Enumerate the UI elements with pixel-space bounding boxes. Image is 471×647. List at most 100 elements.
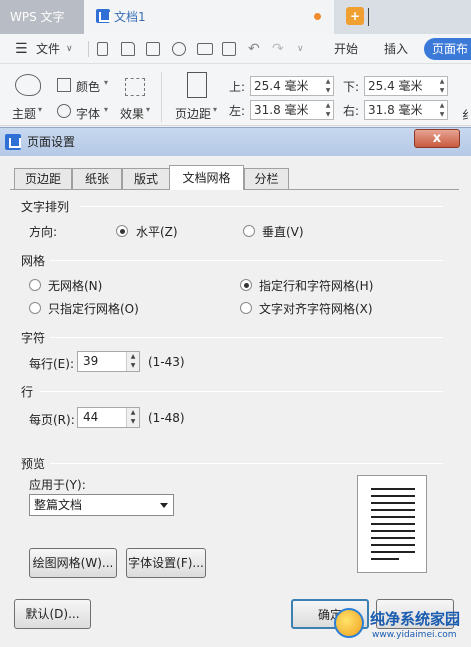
section-divider (50, 260, 443, 261)
right-margin-value: 31.8 毫米 (368, 103, 423, 117)
no-grid-label[interactable]: 无网格(N) (48, 277, 102, 294)
line-and-char-grid-label[interactable]: 指定行和字符网格(H) (259, 277, 373, 294)
lines-stepper-arrows-icon[interactable]: ▲ ▼ (126, 408, 139, 427)
close-button[interactable]: x (414, 129, 460, 148)
print-preview-icon[interactable] (222, 42, 236, 56)
grid-section-title: 网格 (21, 254, 46, 268)
margins-button[interactable]: 页边距 (175, 105, 211, 122)
snap-to-char-grid-label[interactable]: 文字对齐字符网格(X) (259, 300, 373, 317)
tab-paper[interactable]: 纸张 (72, 168, 122, 189)
section-divider (50, 463, 443, 464)
theme-palette-icon[interactable] (15, 74, 41, 96)
tab-margins[interactable]: 页边距 (14, 168, 72, 189)
section-divider (40, 391, 443, 392)
snap-to-char-grid-radio[interactable] (240, 302, 252, 314)
left-margin-label: 左: (229, 104, 246, 118)
color-chevron-down-icon[interactable]: ▾ (104, 78, 108, 87)
unsaved-indicator-icon (314, 13, 321, 20)
lines-per-page-stepper[interactable]: 44 ▲ ▼ (77, 407, 140, 428)
wps-app-tab[interactable]: WPS 文字 (0, 0, 84, 34)
undo-icon[interactable]: ↶ (248, 34, 260, 64)
draw-grid-button[interactable]: 绘图网格(W)... (29, 548, 117, 578)
horizontal-label[interactable]: 水平(Z) (136, 223, 178, 240)
apply-to-label: 应用于(Y): (29, 478, 86, 492)
direction-label: 方向: (29, 225, 58, 239)
hamburger-menu-icon[interactable]: ☰ (15, 34, 28, 64)
chars-per-line-stepper[interactable]: 39 ▲ ▼ (77, 351, 140, 372)
vertical-radio[interactable] (243, 225, 255, 237)
margins-chevron-down-icon[interactable]: ▾ (213, 105, 217, 114)
left-margin-value: 31.8 毫米 (254, 103, 309, 117)
document-tab[interactable]: 文档1 (84, 0, 334, 34)
tab-document-grid[interactable]: 文档网格 (169, 165, 244, 190)
redo-icon[interactable]: ↷ (272, 34, 284, 64)
margins-icon[interactable] (187, 72, 207, 98)
font-button[interactable]: 字体 (76, 105, 100, 122)
effects-icon[interactable] (125, 78, 145, 96)
app-titlebar: WPS 文字 文档1 + (0, 0, 471, 34)
font-theme-icon[interactable] (57, 104, 71, 118)
tab-insert[interactable]: 插入 (384, 34, 408, 64)
lines-per-page-value: 44 (83, 410, 99, 424)
tab-columns[interactable]: 分栏 (244, 168, 289, 189)
ribbon: 主题 ▾ 颜色 ▾ 字体 ▾ 效果 ▾ 页边距 ▾ 上: 25.4 毫米 ▲ ▼ 左… (0, 64, 471, 126)
lines-per-page-label: 每页(R): (29, 413, 75, 427)
line-and-char-grid-radio[interactable] (240, 279, 252, 291)
vertical-label[interactable]: 垂直(V) (262, 223, 304, 240)
right-margin-input[interactable]: 31.8 毫米 ▲ ▼ (364, 100, 448, 120)
color-grid-icon[interactable] (57, 78, 71, 92)
tab-home[interactable]: 开始 (334, 34, 358, 64)
chars-stepper-arrows-icon[interactable]: ▲ ▼ (126, 352, 139, 371)
bottom-margin-value: 25.4 毫米 (368, 79, 423, 93)
format-painter-icon[interactable] (172, 42, 186, 56)
watermark-logo-icon (334, 608, 364, 638)
font-settings-button[interactable]: 字体设置(F)... (126, 548, 206, 578)
text-direction-section-title: 文字排列 (21, 200, 70, 214)
chevron-down-icon[interactable] (160, 503, 168, 508)
watermark-title: 纯净系统家园 (370, 610, 461, 628)
new-document-icon[interactable] (97, 42, 108, 56)
bottom-margin-label: 下: (343, 80, 360, 94)
apply-to-select[interactable]: 整篇文档 (29, 494, 174, 516)
top-margin-input[interactable]: 25.4 毫米 ▲ ▼ (250, 76, 334, 96)
file-menu-chevron-down-icon[interactable]: ∨ (66, 34, 73, 64)
open-folder-icon[interactable] (121, 42, 135, 56)
chars-range: (1-43) (148, 355, 185, 369)
quick-access-chevron-down-icon[interactable]: ∨ (297, 34, 304, 64)
document-tab-label: 文档1 (114, 10, 146, 24)
color-button[interactable]: 颜色 (76, 78, 100, 95)
print-icon[interactable] (197, 43, 213, 55)
new-tab-button[interactable]: + (346, 7, 364, 25)
right-margin-label: 右: (343, 104, 360, 118)
left-margin-spinner-icon[interactable]: ▲ ▼ (323, 101, 333, 119)
effects-chevron-down-icon[interactable]: ▾ (146, 105, 150, 114)
bottom-margin-spinner-icon[interactable]: ▲ ▼ (437, 77, 447, 95)
page-setup-dialog: 页面设置 x 页边距 纸张 版式 文档网格 分栏 文字排列 方向: 水平(Z) … (0, 127, 471, 647)
ribbon-overflow-label: 纟 (462, 108, 471, 122)
no-grid-radio[interactable] (29, 279, 41, 291)
tab-page-layout[interactable]: 页面布 (424, 38, 471, 60)
default-button[interactable]: 默认(D)... (14, 599, 91, 629)
line-grid-only-label[interactable]: 只指定行网格(O) (48, 300, 139, 317)
top-margin-spinner-icon[interactable]: ▲ ▼ (323, 77, 333, 95)
file-menu[interactable]: 文件 (36, 34, 60, 64)
theme-button[interactable]: 主题 (12, 105, 36, 122)
bottom-margin-input[interactable]: 25.4 毫米 ▲ ▼ (364, 76, 448, 96)
right-margin-spinner-icon[interactable]: ▲ ▼ (437, 101, 447, 119)
dialog-titlebar: 页面设置 x (0, 128, 471, 156)
chars-per-line-label: 每行(E): (29, 357, 74, 371)
line-grid-only-radio[interactable] (29, 302, 41, 314)
save-icon[interactable] (146, 42, 160, 56)
tab-layout[interactable]: 版式 (122, 168, 170, 189)
horizontal-radio[interactable] (116, 225, 128, 237)
theme-chevron-down-icon[interactable]: ▾ (38, 105, 42, 114)
chars-per-line-value: 39 (83, 354, 99, 368)
preview-section-title: 预览 (21, 457, 46, 471)
lines-range: (1-48) (148, 411, 185, 425)
font-chevron-down-icon[interactable]: ▾ (104, 105, 108, 114)
left-margin-input[interactable]: 31.8 毫米 ▲ ▼ (250, 100, 334, 120)
menubar: ☰ 文件 ∨ ↶ ↷ ∨ 开始 插入 页面布 (0, 34, 471, 64)
apply-to-value: 整篇文档 (34, 498, 83, 512)
effects-button[interactable]: 效果 (120, 105, 144, 122)
lines-section-title: 行 (21, 385, 34, 399)
